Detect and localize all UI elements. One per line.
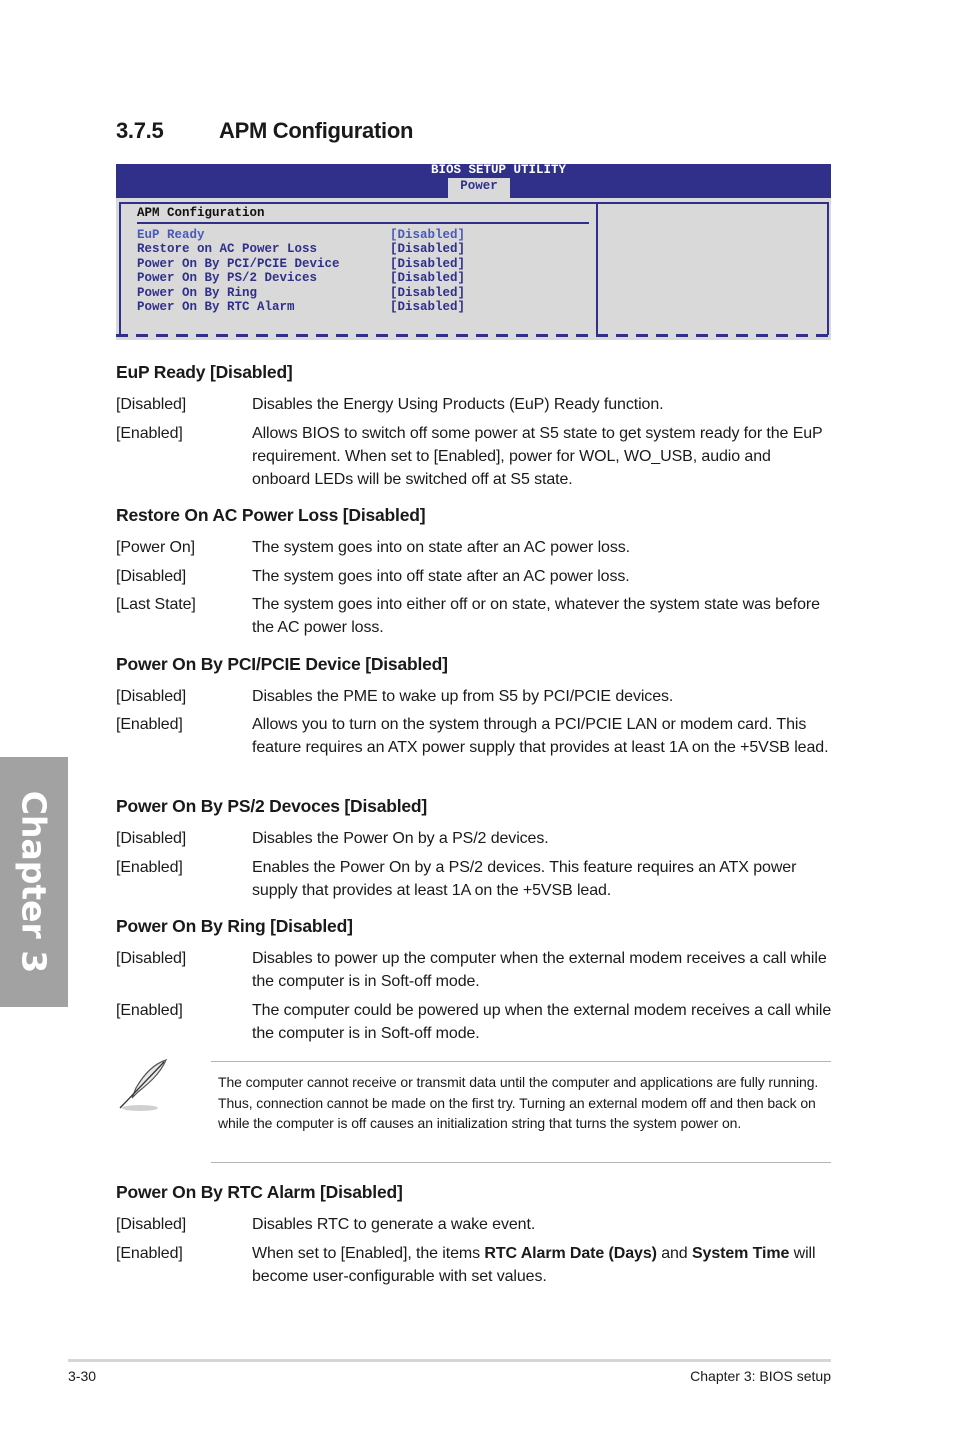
bios-item-value: [Disabled]	[390, 285, 466, 300]
footer-divider	[68, 1359, 831, 1362]
item-title-power-on-ring: Power On By Ring [Disabled]	[116, 916, 353, 936]
bios-header: BIOS SETUP UTILITY Power	[116, 164, 831, 198]
option-key: [Enabled]	[116, 425, 183, 442]
bios-item-label: Power On By PCI/PCIE Device	[137, 256, 340, 271]
bios-screenshot: BIOS SETUP UTILITY Power APM Configurati…	[116, 164, 834, 340]
option-key: [Disabled]	[116, 396, 187, 413]
footer-chapter: Chapter 3: BIOS setup	[690, 1368, 831, 1384]
text-part: and	[656, 1245, 692, 1262]
divider	[137, 222, 589, 224]
option-key: [Enabled]	[116, 859, 183, 876]
option-text: Enables the Power On by a PS/2 devices. …	[252, 859, 797, 899]
option-key: [Enabled]	[116, 1002, 183, 1019]
bios-help-panel	[596, 202, 829, 335]
option-text: The computer could be powered up when th…	[252, 1002, 832, 1042]
item-title-restore-ac-power-loss: Restore On AC Power Loss [Disabled]	[116, 505, 426, 525]
chapter-tab-label: Chapter 3	[14, 790, 54, 974]
option-key: [Disabled]	[116, 688, 187, 705]
bios-item-label: Power On By RTC Alarm	[137, 299, 295, 314]
bios-dashed-border	[116, 334, 834, 337]
section-heading: 3.7.5 APM Configuration	[116, 118, 413, 144]
bios-panel-title: APM Configuration	[137, 206, 265, 220]
chapter-side-tab: Chapter 3	[0, 757, 68, 1007]
option-text: Disables to power up the computer when t…	[252, 950, 827, 990]
option-key: [Last State]	[116, 596, 196, 613]
item-title-power-on-ps2: Power On By PS/2 Devoces [Disabled]	[116, 796, 428, 816]
option-key: [Disabled]	[116, 950, 187, 967]
text-part-bold: RTC Alarm Date (Days)	[484, 1245, 657, 1262]
bios-item-power-on-pci-pcie[interactable]: Power On By PCI/PCIE Device [Disabled]	[137, 257, 465, 271]
option-text: Allows you to turn on the system through…	[252, 716, 829, 756]
item-title-eup-ready: EuP Ready [Disabled]	[116, 362, 293, 382]
option-text: Disables RTC to generate a wake event.	[252, 1216, 536, 1233]
option-text: Allows BIOS to switch off some power at …	[252, 425, 823, 488]
option-key: [Enabled]	[116, 716, 183, 733]
feather-pen-icon	[119, 1059, 168, 1111]
option-key: [Enabled]	[116, 1245, 183, 1262]
option-text: The system goes into either off or on st…	[252, 596, 820, 636]
bios-item-power-on-rtc-alarm[interactable]: Power On By RTC Alarm [Disabled]	[137, 300, 465, 314]
page-number: 3-30	[68, 1368, 97, 1384]
option-text: The system goes into on state after an A…	[252, 539, 631, 556]
item-title-power-on-rtc-alarm: Power On By RTC Alarm [Disabled]	[116, 1182, 403, 1202]
bios-item-label: Power On By PS/2 Devices	[137, 271, 318, 286]
bios-item-eup-ready[interactable]: EuP Ready [Disabled]	[137, 228, 465, 242]
note-text: The computer cannot receive or transmit …	[218, 1074, 819, 1131]
bios-item-value: [Disabled]	[390, 299, 466, 314]
option-text: When set to [Enabled], the items RTC Ala…	[252, 1242, 832, 1288]
option-key: [Disabled]	[116, 830, 187, 847]
option-key: [Power On]	[116, 539, 196, 556]
bios-item-label: EuP Ready	[137, 228, 205, 242]
bios-utility-title: BIOS SETUP UTILITY	[430, 163, 567, 177]
option-key: [Disabled]	[116, 568, 187, 585]
section-title: APM Configuration	[219, 118, 414, 143]
item-title-power-on-pci-pcie: Power On By PCI/PCIE Device [Disabled]	[116, 654, 448, 674]
bios-item-value: [Disabled]	[390, 242, 466, 257]
bios-item-power-on-ps2[interactable]: Power On By PS/2 Devices [Disabled]	[137, 271, 465, 285]
bios-item-value: [Disabled]	[390, 271, 466, 286]
option-text: The system goes into off state after an …	[252, 568, 630, 585]
bios-settings-panel: APM Configuration EuP Ready [Disabled] Re…	[119, 202, 596, 337]
text-part-bold: System Time	[691, 1245, 790, 1262]
option-text: Disables the PME to wake up from S5 by P…	[252, 688, 674, 705]
bios-item-value: [Disabled]	[390, 228, 466, 242]
option-text: Disables the Energy Using Products (EuP)…	[252, 396, 664, 413]
bios-item-restore-ac-power-loss[interactable]: Restore on AC Power Loss [Disabled]	[137, 242, 465, 256]
bios-item-value: [Disabled]	[390, 256, 466, 271]
option-key: [Disabled]	[116, 1216, 187, 1233]
bios-tab-power[interactable]: Power	[448, 178, 510, 198]
bios-item-power-on-ring[interactable]: Power On By Ring [Disabled]	[137, 286, 465, 300]
bios-item-label: Power On By Ring	[137, 285, 258, 300]
text-part: When set to [Enabled], the items	[252, 1245, 485, 1262]
section-number: 3.7.5	[116, 118, 164, 143]
bios-item-label: Restore on AC Power Loss	[137, 242, 318, 257]
note-box: The computer cannot receive or transmit …	[211, 1061, 831, 1163]
option-text: Disables the Power On by a PS/2 devices.	[252, 830, 549, 847]
